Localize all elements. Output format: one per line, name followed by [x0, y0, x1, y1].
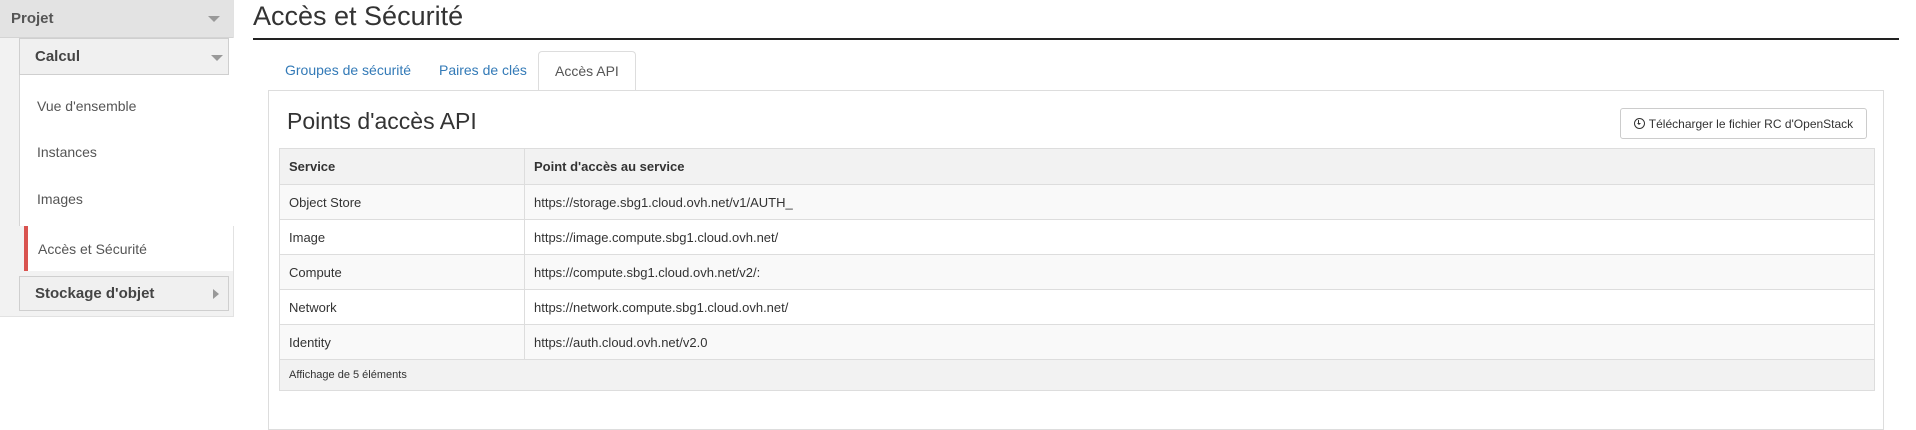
table-header-row: Service Point d'accès au service	[279, 148, 1875, 185]
service-cell: Object Store	[279, 184, 525, 220]
download-circle-icon	[1633, 118, 1645, 129]
endpoint-cell: https://compute.sbg1.cloud.ovh.net/v2/:	[524, 254, 1875, 290]
table-row: Network https://network.compute.sbg1.clo…	[279, 289, 1875, 325]
page-title: Accès et Sécurité	[253, 1, 464, 31]
tab-label: Groupes de sécurité	[285, 62, 412, 78]
sidebar-storage-label: Stockage d'objet	[35, 285, 155, 302]
download-rc-file-button[interactable]: Télécharger le fichier RC d'OpenStack	[1620, 108, 1867, 139]
sidebar-item-overview[interactable]: Vue d'ensemble	[37, 96, 136, 116]
sidebar-item-label: Images	[37, 191, 83, 207]
tab-api-access[interactable]: Accès API	[538, 51, 636, 91]
sidebar-item-instances[interactable]: Instances	[37, 142, 97, 162]
chevron-down-icon	[211, 55, 223, 61]
table-row: Image https://image.compute.sbg1.cloud.o…	[279, 219, 1875, 255]
table-row: Object Store https://storage.sbg1.cloud.…	[279, 184, 1875, 220]
tab-security-groups[interactable]: Groupes de sécurité	[285, 51, 411, 91]
sidebar-item-label: Instances	[37, 144, 97, 160]
sidebar-project-label: Projet	[11, 10, 54, 27]
section-title: Points d'accès API	[287, 108, 477, 134]
endpoint-cell: https://storage.sbg1.cloud.ovh.net/v1/AU…	[524, 184, 1875, 220]
column-header-service[interactable]: Service	[279, 148, 525, 185]
tab-key-pairs[interactable]: Paires de clés	[439, 51, 527, 91]
tab-label: Accès API	[555, 63, 619, 79]
chevron-down-icon	[208, 16, 220, 22]
sidebar-item-label: Accès et Sécurité	[38, 240, 147, 257]
service-cell: Image	[279, 219, 525, 255]
service-cell: Network	[279, 289, 525, 325]
sidebar-compute-label: Calcul	[35, 48, 81, 65]
sidebar-project-header[interactable]: Projet	[0, 0, 233, 38]
table-footer-row: Affichage de 5 éléments	[279, 359, 1875, 391]
endpoint-cell: https://network.compute.sbg1.cloud.ovh.n…	[524, 289, 1875, 325]
sidebar-item-images[interactable]: Images	[37, 189, 83, 209]
service-cell: Identity	[279, 324, 525, 360]
column-header-endpoint[interactable]: Point d'accès au service	[524, 148, 1875, 185]
tab-bar: Groupes de sécurité Paires de clés Accès…	[253, 51, 1899, 91]
download-button-label: Télécharger le fichier RC d'OpenStack	[1648, 116, 1854, 131]
tab-label: Paires de clés	[439, 62, 527, 78]
endpoint-cell: https://auth.cloud.ovh.net/v2.0	[524, 324, 1875, 360]
table-row: Compute https://compute.sbg1.cloud.ovh.n…	[279, 254, 1875, 290]
sidebar-object-storage-header[interactable]: Stockage d'objet	[19, 276, 229, 311]
chevron-right-icon	[213, 289, 219, 299]
table-row: Identity https://auth.cloud.ovh.net/v2.0	[279, 324, 1875, 360]
service-cell: Compute	[279, 254, 525, 290]
sidebar-item-access-security[interactable]: Accès et Sécurité	[24, 226, 233, 271]
title-divider	[253, 38, 1899, 40]
sidebar-compute-header[interactable]: Calcul	[19, 38, 229, 75]
table-footer-count: Affichage de 5 éléments	[279, 359, 1875, 391]
endpoint-cell: https://image.compute.sbg1.cloud.ovh.net…	[524, 219, 1875, 255]
sidebar-item-label: Vue d'ensemble	[37, 98, 137, 114]
api-endpoints-table: Service Point d'accès au service Object …	[279, 148, 1875, 391]
